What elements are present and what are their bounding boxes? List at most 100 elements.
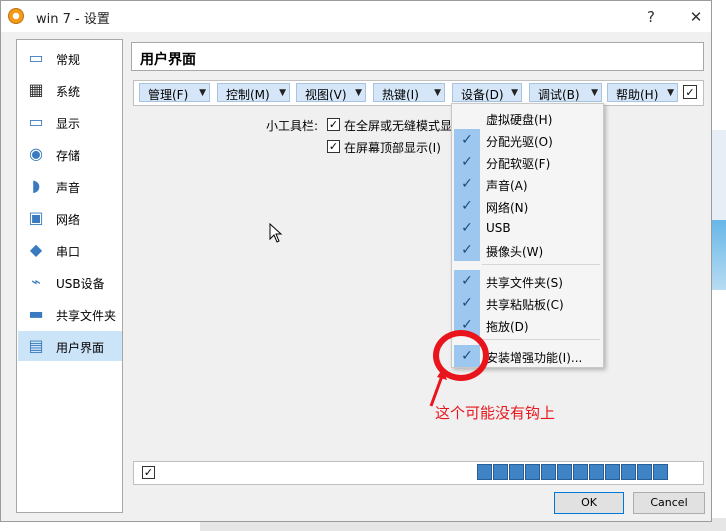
- mouse-cursor-icon: [269, 223, 283, 243]
- menu-help-button[interactable]: 帮助(H) ▼: [607, 83, 678, 102]
- check-icon: ✓: [454, 129, 480, 151]
- sidebar-item-label: 系统: [56, 85, 81, 99]
- cancel-button[interactable]: Cancel: [633, 492, 705, 514]
- menu-input-button[interactable]: 热键(I) ▼: [373, 83, 445, 102]
- sidebar-item-user-interface[interactable]: ▤ 用户界面: [18, 331, 122, 361]
- monitor-icon: ▭: [28, 48, 44, 67]
- sidebar-item-shared-folders[interactable]: ▬ 共享文件夹: [18, 299, 122, 329]
- check-icon: ✓: [454, 239, 480, 261]
- shared-folder-icon[interactable]: [557, 464, 572, 480]
- check-icon: ✓: [454, 195, 480, 217]
- speaker-icon: ◗: [31, 176, 41, 195]
- background-wallpaper: [710, 220, 726, 290]
- cpu-icon[interactable]: [605, 464, 620, 480]
- audio-icon[interactable]: [509, 464, 524, 480]
- settings-sidebar: ▭ 常规 ▦ 系统 ▭ 显示 ◉ 存储 ◗ 声音 ▣ 网络 ◆ 串口 ⌁ USB: [16, 39, 123, 513]
- close-button[interactable]: ✕: [683, 5, 709, 29]
- devices-menu-item-network[interactable]: ✓ 网络(N): [453, 195, 603, 217]
- menu-label: 调试(B): [538, 88, 580, 102]
- ok-button[interactable]: OK: [554, 492, 624, 514]
- menu-item-label: 安装增强功能(I)...: [486, 351, 583, 365]
- devices-menu-item-hard-disks[interactable]: 虚拟硬盘(H): [453, 107, 603, 129]
- menubar-enabled-checkbox[interactable]: ✓: [683, 85, 697, 99]
- sidebar-item-label: 网络: [56, 213, 81, 227]
- sidebar-item-serial[interactable]: ◆ 串口: [18, 235, 122, 265]
- ui-icon: ▤: [28, 336, 44, 355]
- usb-icon[interactable]: [541, 464, 556, 480]
- menu-item-label: USB: [486, 221, 511, 235]
- sidebar-item-label: 共享文件夹: [56, 309, 117, 323]
- disk-icon: ◉: [29, 144, 43, 163]
- chevron-down-icon: ▼: [279, 88, 286, 98]
- sidebar-item-general[interactable]: ▭ 常规: [18, 43, 122, 73]
- menu-item-label: 摄像头(W): [486, 245, 544, 259]
- folder-icon: ▬: [28, 304, 44, 323]
- sidebar-item-label: 常规: [56, 53, 81, 67]
- menu-label: 设备(D): [461, 88, 504, 102]
- devices-menu-item-usb[interactable]: ✓ USB: [453, 217, 603, 239]
- menu-debug-button[interactable]: 调试(B) ▼: [529, 83, 602, 102]
- menu-item-label: 分配软驱(F): [486, 157, 551, 171]
- devices-menu-item-optical[interactable]: ✓ 分配光驱(O): [453, 129, 603, 151]
- serial-port-icon: ◆: [29, 240, 43, 259]
- check-icon: ✓: [454, 151, 480, 173]
- menu-view-button[interactable]: 视图(V) ▼: [296, 83, 366, 102]
- chevron-down-icon: ▼: [434, 88, 441, 98]
- optical-icon[interactable]: [493, 464, 508, 480]
- window-title: win 7 - 设置: [36, 12, 110, 27]
- mini-toolbar-label: 小工具栏:: [266, 119, 319, 133]
- devices-menu-item-audio[interactable]: ✓ 声音(A): [453, 173, 603, 195]
- menu-label: 热键(I): [382, 88, 419, 102]
- video-capture-icon[interactable]: [589, 464, 604, 480]
- menu-separator: [482, 339, 600, 340]
- page-title: 用户界面: [140, 52, 196, 68]
- display-icon[interactable]: [573, 464, 588, 480]
- statusbar-icons: [477, 464, 668, 482]
- menu-item-label: 虚拟硬盘(H): [486, 113, 553, 127]
- sidebar-item-label: 声音: [56, 181, 81, 195]
- display-icon: ▭: [28, 112, 44, 131]
- network-icon: ▣: [28, 208, 44, 227]
- sidebar-item-label: USB设备: [56, 277, 105, 291]
- page-header: 用户界面: [131, 42, 704, 71]
- statusbar-enabled-checkbox[interactable]: ✓: [142, 466, 155, 479]
- sidebar-item-audio[interactable]: ◗ 声音: [18, 171, 122, 201]
- sidebar-item-label: 用户界面: [56, 341, 105, 355]
- check-icon: ✓: [454, 217, 480, 239]
- fullscreen-checkbox[interactable]: ✓: [327, 118, 340, 131]
- floppy-icon[interactable]: [525, 464, 540, 480]
- devices-menu-item-floppy[interactable]: ✓ 分配软驱(F): [453, 151, 603, 173]
- help-button[interactable]: ?: [638, 5, 664, 29]
- chevron-down-icon: ▼: [355, 88, 362, 98]
- menu-item-label: 网络(N): [486, 201, 529, 215]
- sidebar-item-usb[interactable]: ⌁ USB设备: [18, 267, 122, 297]
- menu-label: 控制(M): [226, 88, 270, 102]
- menu-label: 视图(V): [305, 88, 347, 102]
- menu-item-label: 声音(A): [486, 179, 528, 193]
- chevron-down-icon: ▼: [591, 88, 598, 98]
- devices-menu-item-webcam[interactable]: ✓ 摄像头(W): [453, 239, 603, 261]
- sidebar-item-label: 串口: [56, 245, 81, 259]
- sidebar-item-label: 存储: [56, 149, 81, 163]
- chevron-down-icon: ▼: [667, 88, 674, 98]
- sidebar-item-storage[interactable]: ◉ 存储: [18, 139, 122, 169]
- sidebar-item-network[interactable]: ▣ 网络: [18, 203, 122, 233]
- arrow-down-icon[interactable]: [653, 464, 668, 480]
- sidebar-item-display[interactable]: ▭ 显示: [18, 107, 122, 137]
- chevron-down-icon: ▼: [199, 88, 206, 98]
- menu-control-button[interactable]: 控制(M) ▼: [217, 83, 290, 102]
- menu-machine-button[interactable]: 管理(F) ▼: [139, 83, 210, 102]
- devices-menu-item-shared-folders[interactable]: ✓ 共享文件夹(S): [453, 270, 603, 292]
- devices-menu-item-clipboard[interactable]: ✓ 共享粘贴板(C): [453, 292, 603, 314]
- sidebar-item-system[interactable]: ▦ 系统: [18, 75, 122, 105]
- mouse-icon[interactable]: [637, 464, 652, 480]
- keyboard-icon[interactable]: [621, 464, 636, 480]
- chevron-down-icon: ▼: [511, 88, 518, 98]
- background-panel: [710, 130, 726, 220]
- menu-devices-button[interactable]: 设备(D) ▼: [452, 83, 522, 102]
- hard-disk-icon[interactable]: [477, 464, 492, 480]
- top-of-screen-checkbox[interactable]: ✓: [327, 140, 340, 153]
- menu-label: 帮助(H): [616, 88, 659, 102]
- chip-icon: ▦: [28, 80, 44, 99]
- menu-item-label: 共享粘贴板(C): [486, 298, 564, 312]
